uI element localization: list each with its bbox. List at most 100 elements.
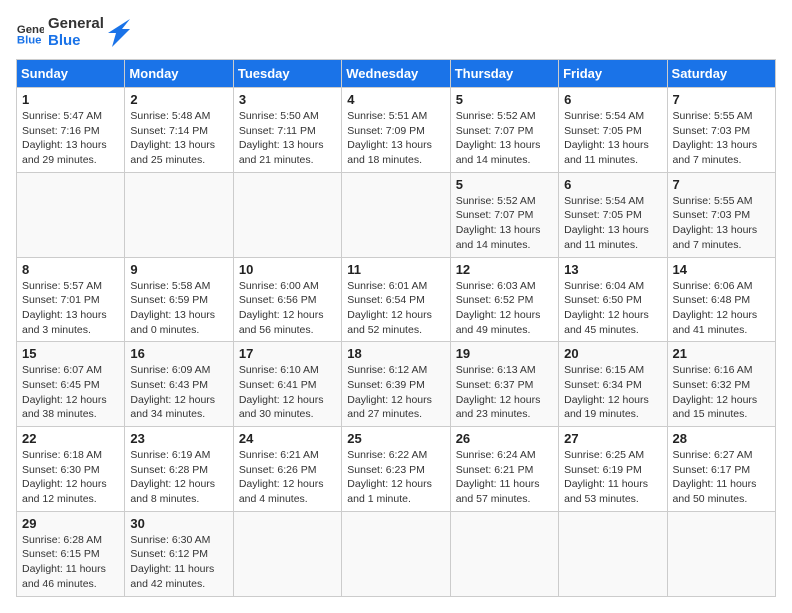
svg-text:Blue: Blue bbox=[17, 34, 42, 46]
day-number: 1 bbox=[22, 92, 119, 107]
day-info: Sunrise: 5:55 AMSunset: 7:03 PMDaylight:… bbox=[673, 110, 758, 166]
day-number: 14 bbox=[673, 262, 770, 277]
day-number: 21 bbox=[673, 346, 770, 361]
table-row: 27 Sunrise: 6:25 AMSunset: 6:19 PMDaylig… bbox=[559, 427, 667, 512]
table-row: 4 Sunrise: 5:51 AMSunset: 7:09 PMDayligh… bbox=[342, 88, 450, 173]
day-number: 24 bbox=[239, 431, 336, 446]
day-info: Sunrise: 6:12 AMSunset: 6:39 PMDaylight:… bbox=[347, 364, 432, 420]
table-row bbox=[233, 511, 341, 596]
column-header-thursday: Thursday bbox=[450, 60, 558, 88]
table-row: 23 Sunrise: 6:19 AMSunset: 6:28 PMDaylig… bbox=[125, 427, 233, 512]
day-number: 12 bbox=[456, 262, 553, 277]
column-header-monday: Monday bbox=[125, 60, 233, 88]
day-info: Sunrise: 6:07 AMSunset: 6:45 PMDaylight:… bbox=[22, 364, 107, 420]
table-row: 28 Sunrise: 6:27 AMSunset: 6:17 PMDaylig… bbox=[667, 427, 775, 512]
day-info: Sunrise: 5:52 AMSunset: 7:07 PMDaylight:… bbox=[456, 110, 541, 166]
table-row: 5 Sunrise: 5:52 AMSunset: 7:07 PMDayligh… bbox=[450, 172, 558, 257]
day-info: Sunrise: 6:06 AMSunset: 6:48 PMDaylight:… bbox=[673, 280, 758, 336]
table-row bbox=[17, 172, 125, 257]
table-row: 16 Sunrise: 6:09 AMSunset: 6:43 PMDaylig… bbox=[125, 342, 233, 427]
day-info: Sunrise: 6:01 AMSunset: 6:54 PMDaylight:… bbox=[347, 280, 432, 336]
day-info: Sunrise: 6:22 AMSunset: 6:23 PMDaylight:… bbox=[347, 449, 432, 505]
column-header-sunday: Sunday bbox=[17, 60, 125, 88]
day-number: 17 bbox=[239, 346, 336, 361]
table-row: 6 Sunrise: 5:54 AMSunset: 7:05 PMDayligh… bbox=[559, 88, 667, 173]
day-number: 5 bbox=[456, 92, 553, 107]
day-number: 6 bbox=[564, 92, 661, 107]
day-number: 11 bbox=[347, 262, 444, 277]
day-info: Sunrise: 5:54 AMSunset: 7:05 PMDaylight:… bbox=[564, 110, 649, 166]
day-number: 23 bbox=[130, 431, 227, 446]
table-row: 13 Sunrise: 6:04 AMSunset: 6:50 PMDaylig… bbox=[559, 257, 667, 342]
table-row: 3 Sunrise: 5:50 AMSunset: 7:11 PMDayligh… bbox=[233, 88, 341, 173]
table-row bbox=[125, 172, 233, 257]
table-row: 18 Sunrise: 6:12 AMSunset: 6:39 PMDaylig… bbox=[342, 342, 450, 427]
day-info: Sunrise: 6:30 AMSunset: 6:12 PMDaylight:… bbox=[130, 534, 214, 590]
table-row: 30 Sunrise: 6:30 AMSunset: 6:12 PMDaylig… bbox=[125, 511, 233, 596]
day-info: Sunrise: 6:04 AMSunset: 6:50 PMDaylight:… bbox=[564, 280, 649, 336]
column-header-wednesday: Wednesday bbox=[342, 60, 450, 88]
table-row: 11 Sunrise: 6:01 AMSunset: 6:54 PMDaylig… bbox=[342, 257, 450, 342]
day-info: Sunrise: 6:27 AMSunset: 6:17 PMDaylight:… bbox=[673, 449, 757, 505]
day-number: 5 bbox=[456, 177, 553, 192]
table-row bbox=[342, 172, 450, 257]
day-number: 6 bbox=[564, 177, 661, 192]
day-info: Sunrise: 6:16 AMSunset: 6:32 PMDaylight:… bbox=[673, 364, 758, 420]
table-row bbox=[559, 511, 667, 596]
day-number: 19 bbox=[456, 346, 553, 361]
day-info: Sunrise: 5:52 AMSunset: 7:07 PMDaylight:… bbox=[456, 195, 541, 251]
day-number: 26 bbox=[456, 431, 553, 446]
day-info: Sunrise: 6:19 AMSunset: 6:28 PMDaylight:… bbox=[130, 449, 215, 505]
day-info: Sunrise: 5:48 AMSunset: 7:14 PMDaylight:… bbox=[130, 110, 215, 166]
table-row: 12 Sunrise: 6:03 AMSunset: 6:52 PMDaylig… bbox=[450, 257, 558, 342]
table-row: 5 Sunrise: 5:52 AMSunset: 7:07 PMDayligh… bbox=[450, 88, 558, 173]
logo-blue: Blue bbox=[48, 33, 104, 50]
table-row: 26 Sunrise: 6:24 AMSunset: 6:21 PMDaylig… bbox=[450, 427, 558, 512]
day-number: 8 bbox=[22, 262, 119, 277]
logo-icon: General Blue bbox=[16, 19, 44, 47]
table-row: 17 Sunrise: 6:10 AMSunset: 6:41 PMDaylig… bbox=[233, 342, 341, 427]
day-number: 7 bbox=[673, 177, 770, 192]
day-number: 16 bbox=[130, 346, 227, 361]
logo: General Blue General Blue bbox=[16, 16, 130, 49]
day-info: Sunrise: 5:50 AMSunset: 7:11 PMDaylight:… bbox=[239, 110, 324, 166]
day-number: 25 bbox=[347, 431, 444, 446]
day-number: 9 bbox=[130, 262, 227, 277]
day-number: 2 bbox=[130, 92, 227, 107]
table-row bbox=[233, 172, 341, 257]
day-info: Sunrise: 5:51 AMSunset: 7:09 PMDaylight:… bbox=[347, 110, 432, 166]
day-number: 4 bbox=[347, 92, 444, 107]
table-row: 15 Sunrise: 6:07 AMSunset: 6:45 PMDaylig… bbox=[17, 342, 125, 427]
day-number: 27 bbox=[564, 431, 661, 446]
day-number: 7 bbox=[673, 92, 770, 107]
table-row: 7 Sunrise: 5:55 AMSunset: 7:03 PMDayligh… bbox=[667, 172, 775, 257]
day-number: 18 bbox=[347, 346, 444, 361]
logo-bird-icon bbox=[108, 19, 130, 47]
day-info: Sunrise: 6:24 AMSunset: 6:21 PMDaylight:… bbox=[456, 449, 540, 505]
page-header: General Blue General Blue bbox=[16, 16, 776, 49]
day-number: 29 bbox=[22, 516, 119, 531]
day-number: 20 bbox=[564, 346, 661, 361]
table-row: 10 Sunrise: 6:00 AMSunset: 6:56 PMDaylig… bbox=[233, 257, 341, 342]
day-info: Sunrise: 6:13 AMSunset: 6:37 PMDaylight:… bbox=[456, 364, 541, 420]
column-header-friday: Friday bbox=[559, 60, 667, 88]
day-info: Sunrise: 5:55 AMSunset: 7:03 PMDaylight:… bbox=[673, 195, 758, 251]
table-row: 9 Sunrise: 5:58 AMSunset: 6:59 PMDayligh… bbox=[125, 257, 233, 342]
table-row: 24 Sunrise: 6:21 AMSunset: 6:26 PMDaylig… bbox=[233, 427, 341, 512]
day-number: 22 bbox=[22, 431, 119, 446]
column-header-saturday: Saturday bbox=[667, 60, 775, 88]
table-row bbox=[667, 511, 775, 596]
table-row: 8 Sunrise: 5:57 AMSunset: 7:01 PMDayligh… bbox=[17, 257, 125, 342]
day-info: Sunrise: 6:03 AMSunset: 6:52 PMDaylight:… bbox=[456, 280, 541, 336]
day-info: Sunrise: 6:25 AMSunset: 6:19 PMDaylight:… bbox=[564, 449, 648, 505]
day-number: 3 bbox=[239, 92, 336, 107]
day-info: Sunrise: 6:10 AMSunset: 6:41 PMDaylight:… bbox=[239, 364, 324, 420]
table-row: 1 Sunrise: 5:47 AMSunset: 7:16 PMDayligh… bbox=[17, 88, 125, 173]
day-info: Sunrise: 6:18 AMSunset: 6:30 PMDaylight:… bbox=[22, 449, 107, 505]
day-info: Sunrise: 6:09 AMSunset: 6:43 PMDaylight:… bbox=[130, 364, 215, 420]
table-row: 19 Sunrise: 6:13 AMSunset: 6:37 PMDaylig… bbox=[450, 342, 558, 427]
table-row: 25 Sunrise: 6:22 AMSunset: 6:23 PMDaylig… bbox=[342, 427, 450, 512]
calendar-table: SundayMondayTuesdayWednesdayThursdayFrid… bbox=[16, 59, 776, 597]
table-row: 29 Sunrise: 6:28 AMSunset: 6:15 PMDaylig… bbox=[17, 511, 125, 596]
day-number: 15 bbox=[22, 346, 119, 361]
